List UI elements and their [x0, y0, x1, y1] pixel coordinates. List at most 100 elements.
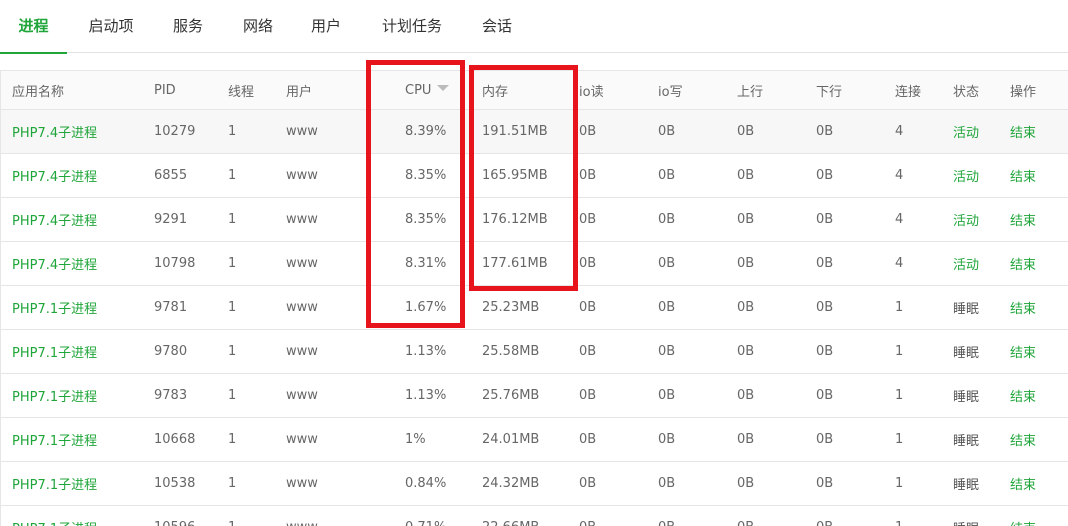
process-name[interactable]: PHP7.4子进程	[1, 197, 154, 242]
col-header-cpu[interactable]: CPU	[394, 71, 469, 110]
process-name[interactable]: PHP7.4子进程	[1, 153, 154, 198]
process-io-write: 0B	[658, 373, 737, 418]
process-memory: 25.76MB	[469, 373, 579, 418]
process-upload: 0B	[737, 505, 816, 526]
process-io-read: 0B	[579, 329, 658, 374]
process-name[interactable]: PHP7.1子进程	[1, 373, 154, 418]
process-name[interactable]: PHP7.4子进程	[1, 241, 154, 286]
end-process-button[interactable]: 结束	[1010, 285, 1068, 330]
end-process-button[interactable]: 结束	[1010, 329, 1068, 374]
process-download: 0B	[816, 417, 895, 462]
col-header-actions: 操作	[1010, 71, 1068, 110]
tab-network[interactable]: 网络	[232, 0, 284, 53]
process-download: 0B	[816, 153, 895, 198]
col-header-cpu-label: CPU	[405, 82, 432, 98]
process-user: www	[286, 109, 394, 154]
tab-sessions[interactable]: 会话	[470, 0, 524, 53]
process-connections: 4	[895, 153, 953, 198]
process-upload: 0B	[737, 285, 816, 330]
col-header-status[interactable]: 状态	[953, 71, 1010, 110]
process-cpu: 8.31%	[394, 241, 469, 286]
tab-scheduled-tasks[interactable]: 计划任务	[368, 0, 456, 53]
table-row: PHP7.1子进程 9780 1 www 1.13% 25.58MB 0B 0B 0B 0B 1 睡眠…	[1, 329, 1068, 374]
process-io-write: 0B	[658, 109, 737, 154]
col-header-pid[interactable]: PID	[154, 71, 228, 110]
col-header-download[interactable]: 下行	[816, 71, 895, 110]
end-process-button[interactable]: 结束	[1010, 461, 1068, 506]
process-pid: 9291	[154, 197, 228, 242]
process-user: www	[286, 153, 394, 198]
process-connections: 1	[895, 373, 953, 418]
end-process-button[interactable]: 结束	[1010, 153, 1068, 198]
process-pid: 6855	[154, 153, 228, 198]
process-threads: 1	[228, 153, 286, 198]
process-status: 睡眠	[953, 461, 1010, 506]
process-io-write: 0B	[658, 153, 737, 198]
col-header-memory[interactable]: 内存	[469, 71, 579, 110]
process-connections: 1	[895, 461, 953, 506]
process-upload: 0B	[737, 197, 816, 242]
process-status: 活动	[953, 197, 1010, 242]
process-io-write: 0B	[658, 197, 737, 242]
process-io-read: 0B	[579, 109, 658, 154]
col-header-threads[interactable]: 线程	[228, 71, 286, 110]
process-download: 0B	[816, 505, 895, 526]
process-cpu: 8.35%	[394, 197, 469, 242]
process-name[interactable]: PHP7.4子进程	[1, 109, 154, 154]
end-process-button[interactable]: 结束	[1010, 197, 1068, 242]
process-pid: 9781	[154, 285, 228, 330]
process-io-read: 0B	[579, 153, 658, 198]
process-cpu: 1.13%	[394, 373, 469, 418]
process-io-read: 0B	[579, 461, 658, 506]
col-header-io-write[interactable]: io写	[658, 71, 737, 110]
process-memory: 24.32MB	[469, 461, 579, 506]
col-header-io-read[interactable]: io读	[579, 71, 658, 110]
process-io-write: 0B	[658, 505, 737, 526]
process-download: 0B	[816, 241, 895, 286]
table-row: PHP7.4子进程 10279 1 www 8.39% 191.51MB 0B 0B 0B 0B 4…	[1, 109, 1068, 154]
end-process-button[interactable]: 结束	[1010, 417, 1068, 462]
process-download: 0B	[816, 329, 895, 374]
tab-users[interactable]: 用户	[300, 0, 352, 53]
process-threads: 1	[228, 109, 286, 154]
process-cpu: 0.84%	[394, 461, 469, 506]
table-row: PHP7.4子进程 9291 1 www 8.35% 176.12MB 0B 0B 0B 0B 4 活…	[1, 197, 1068, 242]
end-process-button[interactable]: 结束	[1010, 373, 1068, 418]
process-pid: 10279	[154, 109, 228, 154]
sort-down-icon	[437, 85, 450, 91]
process-io-read: 0B	[579, 241, 658, 286]
table-row: PHP7.1子进程105961www0.71%22.66MB0B0B0B0B1睡…	[1, 505, 1068, 526]
tab-processes[interactable]: 进程	[0, 0, 67, 54]
tab-startup[interactable]: 启动项	[78, 0, 144, 53]
col-header-user[interactable]: 用户	[286, 71, 394, 110]
process-name[interactable]: PHP7.1子进程	[1, 417, 154, 462]
process-pid: 10538	[154, 461, 228, 506]
process-pid: 10668	[154, 417, 228, 462]
process-io-write: 0B	[658, 329, 737, 374]
process-name[interactable]: PHP7.1子进程	[1, 285, 154, 330]
col-header-connections[interactable]: 连接	[895, 71, 953, 110]
process-name[interactable]: PHP7.1子进程	[1, 505, 154, 526]
process-upload: 0B	[737, 153, 816, 198]
process-download: 0B	[816, 109, 895, 154]
process-cpu: 8.35%	[394, 153, 469, 198]
process-name[interactable]: PHP7.1子进程	[1, 461, 154, 506]
process-download: 0B	[816, 285, 895, 330]
end-process-button[interactable]: 结束	[1010, 109, 1068, 154]
process-connections: 4	[895, 109, 953, 154]
process-status: 睡眠	[953, 285, 1010, 330]
process-upload: 0B	[737, 329, 816, 374]
col-header-upload[interactable]: 上行	[737, 71, 816, 110]
process-name[interactable]: PHP7.1子进程	[1, 329, 154, 374]
process-io-write: 0B	[658, 417, 737, 462]
process-user: www	[286, 329, 394, 374]
process-threads: 1	[228, 241, 286, 286]
process-cpu: 1.13%	[394, 329, 469, 374]
process-threads: 1	[228, 285, 286, 330]
process-io-read: 0B	[579, 285, 658, 330]
col-header-name[interactable]: 应用名称	[1, 71, 154, 110]
tab-services[interactable]: 服务	[160, 0, 216, 53]
process-cpu: 0.71%	[394, 505, 469, 526]
end-process-button[interactable]: 结束	[1010, 241, 1068, 286]
end-process-button[interactable]: 结束	[1010, 505, 1068, 526]
